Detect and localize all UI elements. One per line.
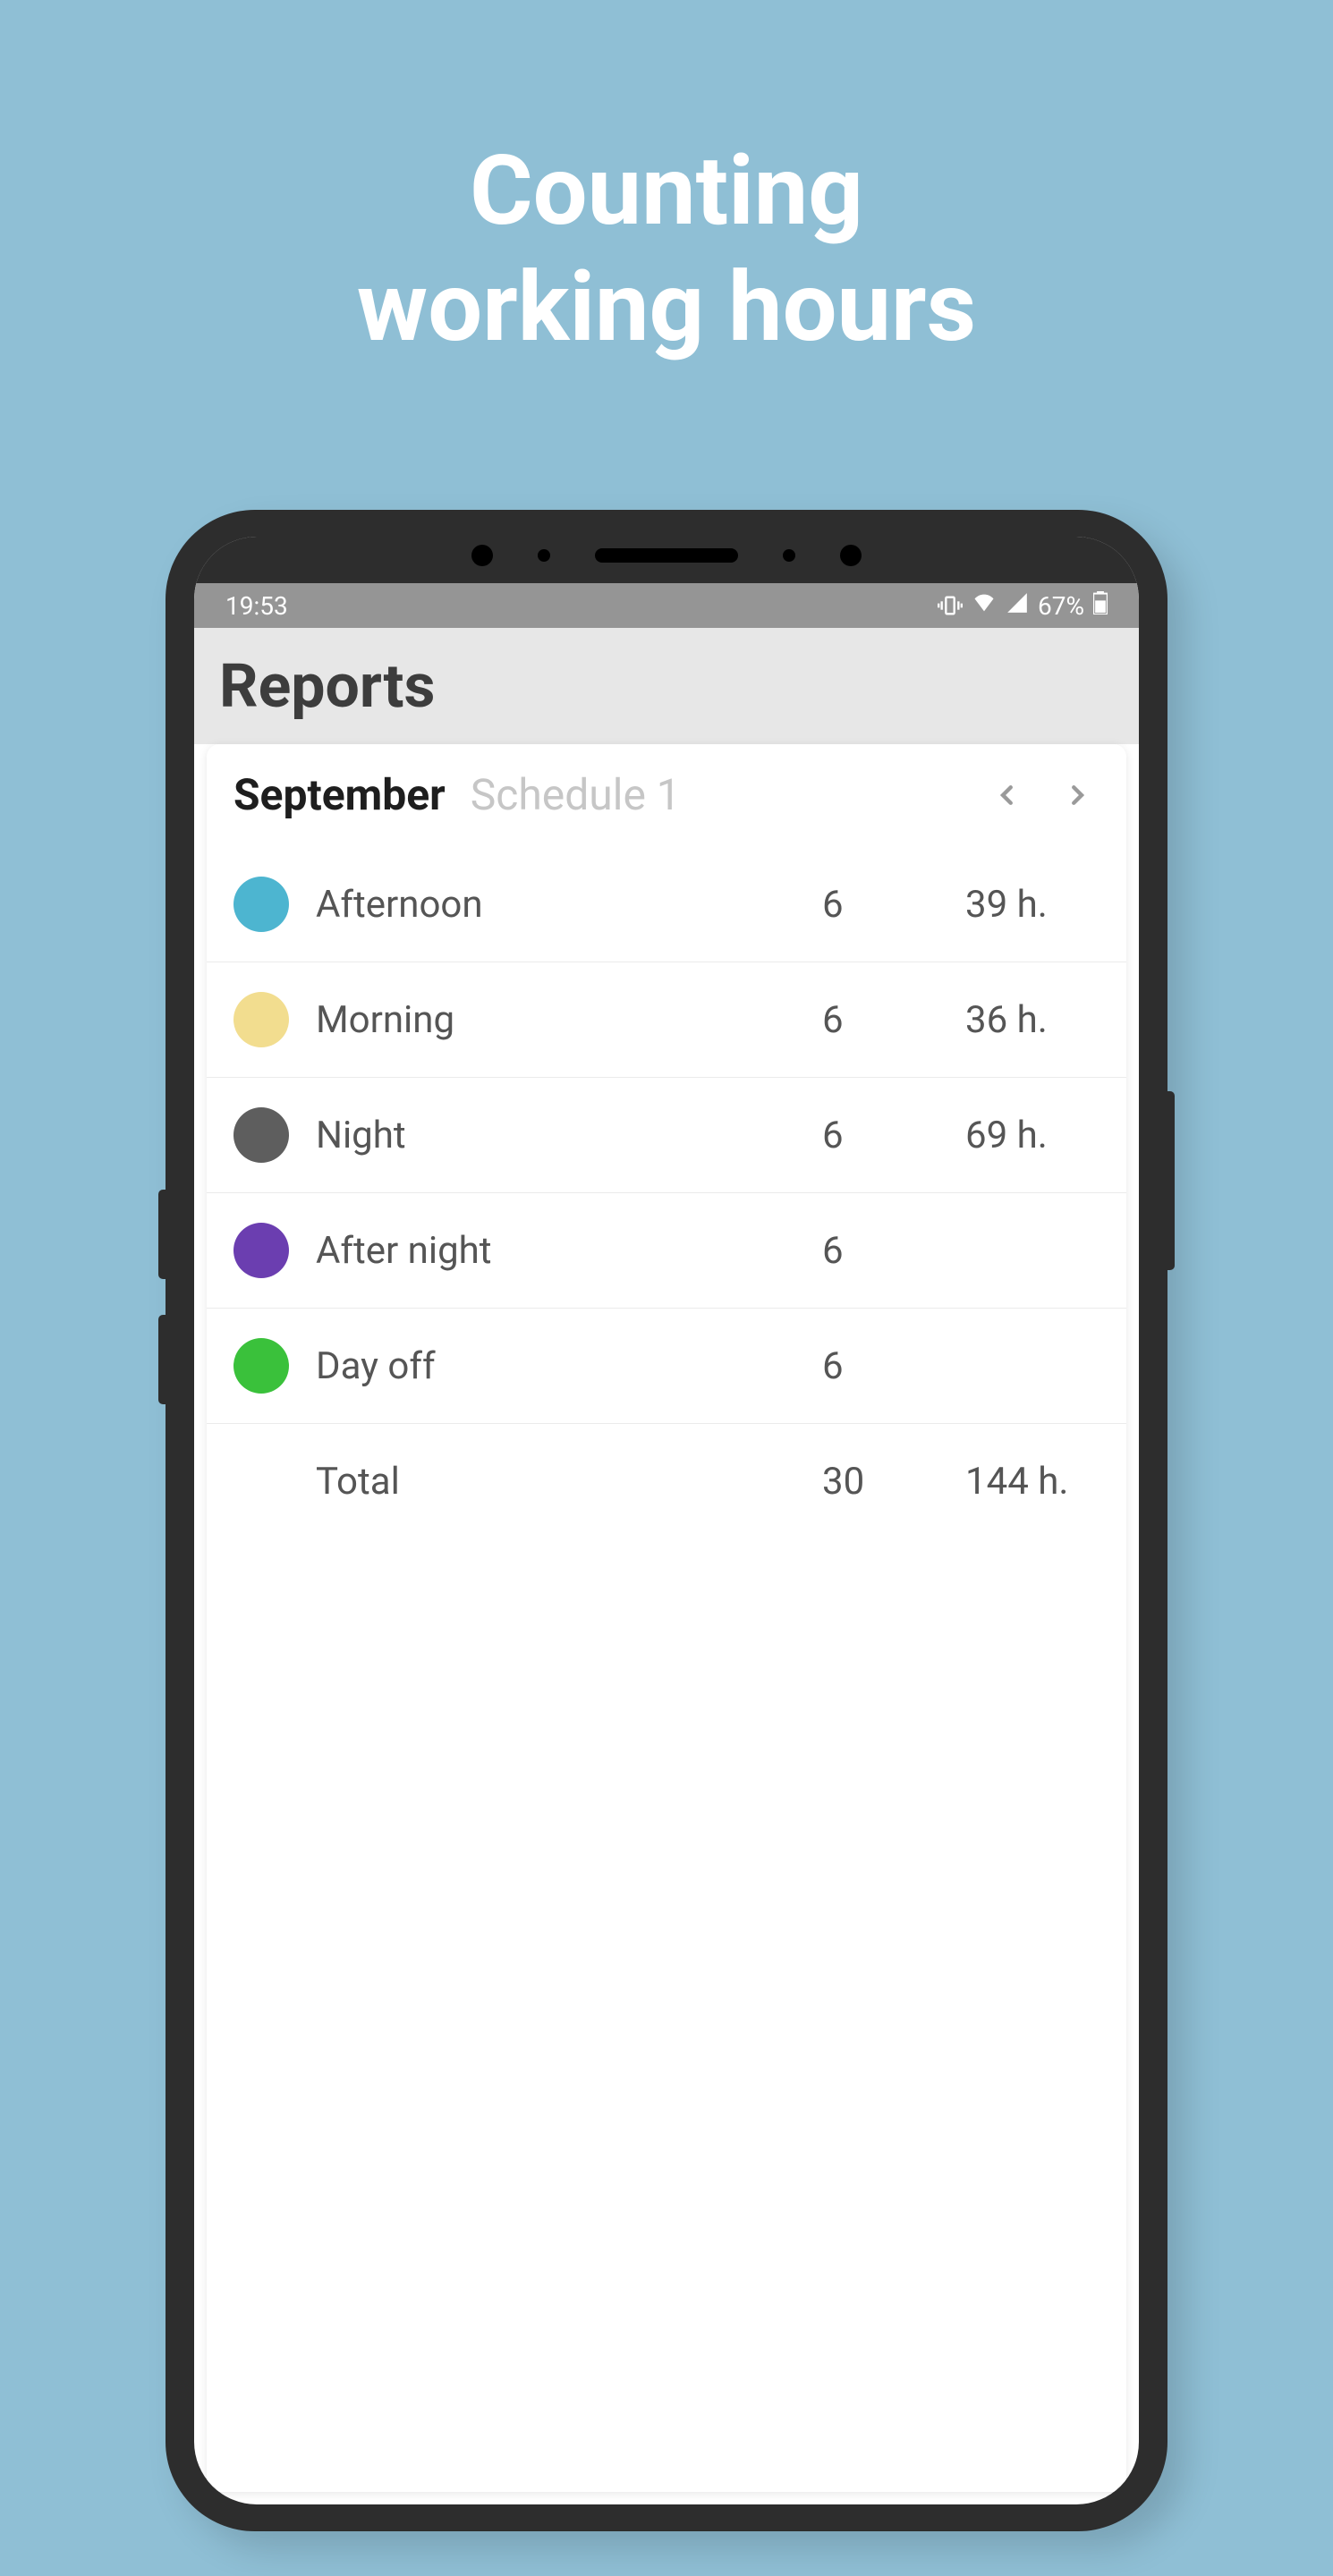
schedule-label[interactable]: Schedule 1 bbox=[471, 769, 681, 820]
row-label: Day off bbox=[316, 1344, 822, 1388]
phone-notch bbox=[194, 537, 1139, 583]
status-bar: 19:53 bbox=[194, 583, 1139, 628]
color-dot bbox=[233, 992, 289, 1047]
page-title: Reports bbox=[219, 650, 435, 722]
color-dot bbox=[233, 1107, 289, 1163]
report-row[interactable]: Night669 h. bbox=[207, 1078, 1126, 1193]
row-count: 6 bbox=[822, 998, 965, 1042]
report-row[interactable]: Afternoon639 h. bbox=[207, 847, 1126, 962]
headline-line-2: working hours bbox=[357, 251, 976, 364]
signal-icon bbox=[1006, 591, 1029, 621]
phone-screen: 19:53 bbox=[194, 537, 1139, 2504]
card-header: September Schedule 1 bbox=[207, 744, 1126, 847]
total-label: Total bbox=[316, 1460, 822, 1504]
color-dot bbox=[233, 877, 289, 932]
row-hours: 39 h. bbox=[965, 883, 1100, 927]
row-label: Morning bbox=[316, 998, 822, 1042]
row-hours: 69 h. bbox=[965, 1114, 1100, 1157]
total-row: Total 30 144 h. bbox=[207, 1424, 1126, 1539]
status-right: 67% bbox=[938, 590, 1108, 622]
phone-sensor bbox=[840, 545, 862, 566]
next-month-button[interactable] bbox=[1064, 775, 1091, 815]
row-label: Night bbox=[316, 1114, 822, 1157]
vibrate-icon bbox=[938, 593, 963, 618]
report-row[interactable]: Day off6 bbox=[207, 1309, 1126, 1424]
row-count: 6 bbox=[822, 1344, 965, 1388]
battery-percent: 67% bbox=[1038, 591, 1084, 621]
report-row[interactable]: After night6 bbox=[207, 1193, 1126, 1309]
phone-power-button bbox=[1166, 1091, 1175, 1270]
row-hours: 36 h. bbox=[965, 998, 1100, 1042]
phone-frame: 19:53 bbox=[166, 510, 1167, 2531]
headline-line-1: Counting bbox=[470, 135, 863, 248]
battery-icon bbox=[1093, 591, 1108, 621]
wifi-icon bbox=[972, 590, 997, 622]
month-nav bbox=[994, 775, 1100, 815]
app-header: Reports bbox=[194, 628, 1139, 744]
month-label: September bbox=[233, 769, 446, 820]
row-count: 6 bbox=[822, 1229, 965, 1273]
prev-month-button[interactable] bbox=[994, 775, 1021, 815]
phone-volume-down bbox=[158, 1315, 167, 1404]
total-count: 30 bbox=[822, 1460, 965, 1504]
total-hours: 144 h. bbox=[965, 1460, 1100, 1504]
phone-sensor bbox=[471, 545, 493, 566]
row-count: 6 bbox=[822, 1114, 965, 1157]
color-dot bbox=[233, 1223, 289, 1278]
color-dot bbox=[233, 1338, 289, 1394]
phone-speaker bbox=[595, 548, 738, 563]
row-label: After night bbox=[316, 1229, 822, 1273]
phone-sensor-small bbox=[538, 549, 550, 562]
report-card: September Schedule 1 Afterno bbox=[207, 744, 1126, 2492]
row-label: Afternoon bbox=[316, 883, 822, 927]
row-count: 6 bbox=[822, 883, 965, 927]
marketing-headline: Counting working hours bbox=[0, 134, 1333, 366]
status-time: 19:53 bbox=[225, 591, 288, 621]
phone-sensor-small bbox=[783, 549, 795, 562]
report-row[interactable]: Morning636 h. bbox=[207, 962, 1126, 1078]
phone-volume-up bbox=[158, 1190, 167, 1279]
